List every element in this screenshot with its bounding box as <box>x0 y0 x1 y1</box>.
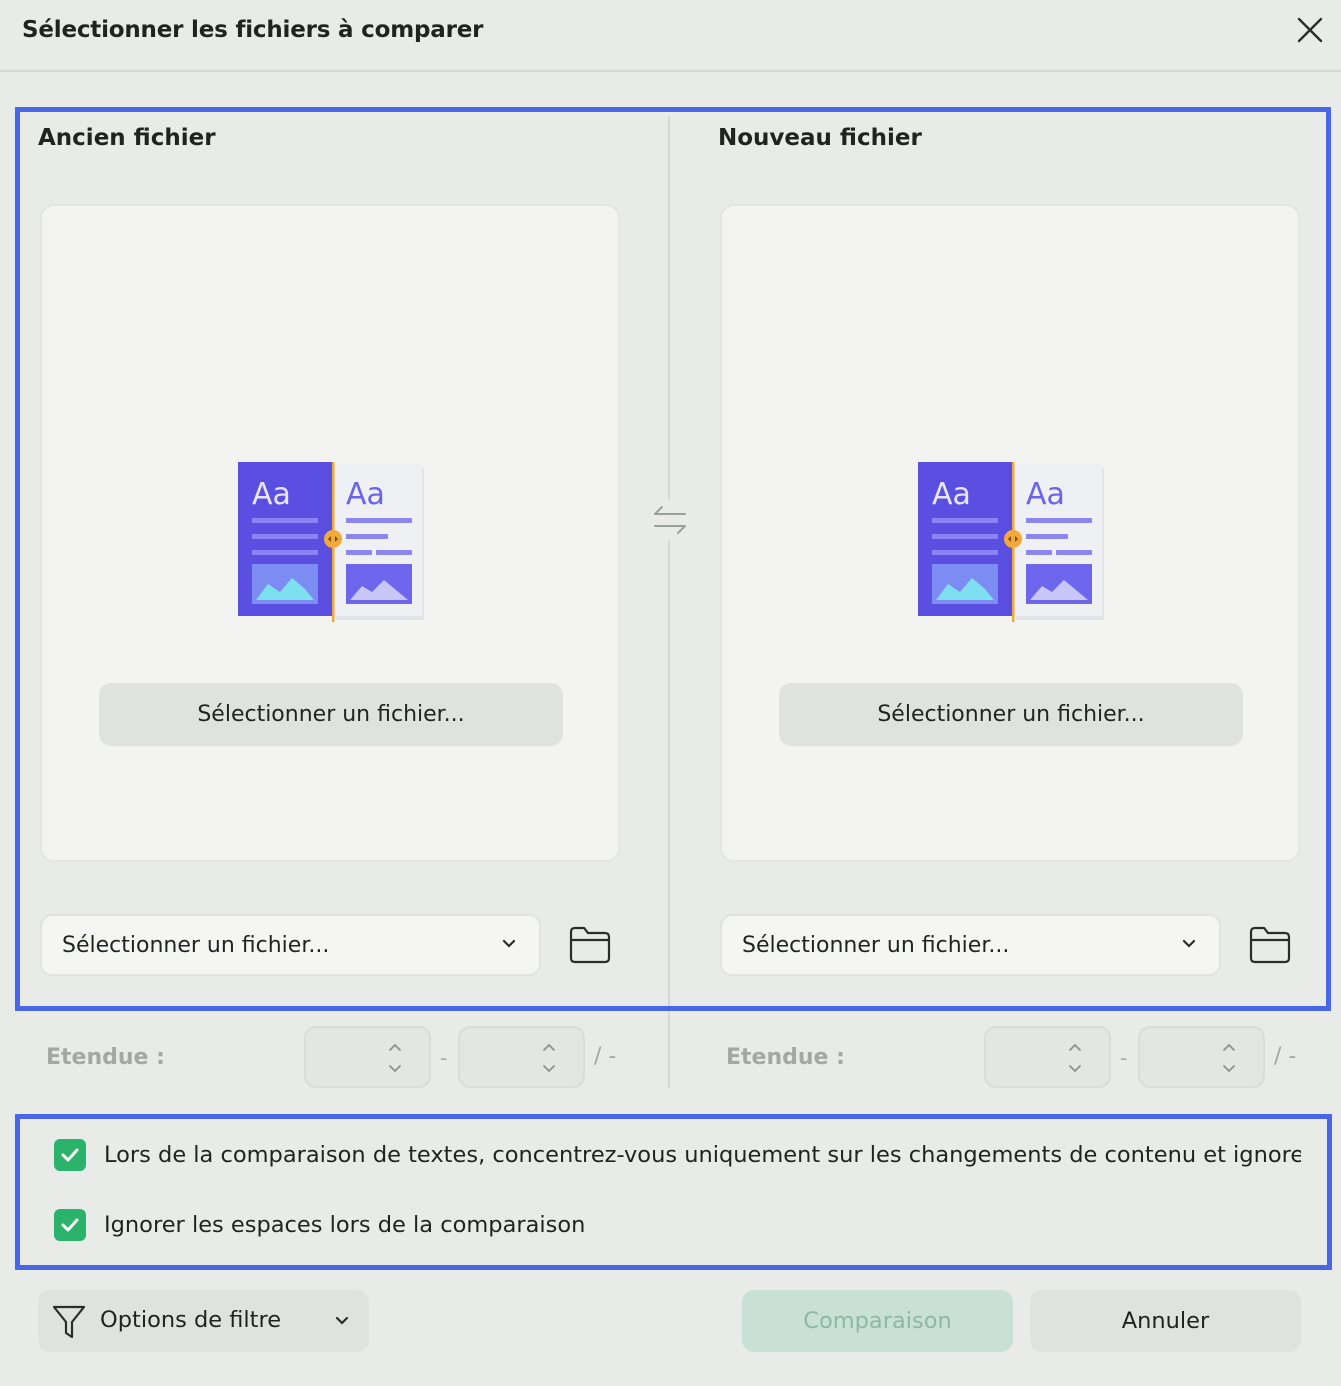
swap-files-icon[interactable] <box>650 500 690 540</box>
column-divider <box>668 116 670 500</box>
compare-button[interactable]: Comparaison <box>742 1290 1013 1352</box>
filter-options-label: Options de filtre <box>100 1307 282 1333</box>
compare-documents-icon: Aa Aa <box>238 462 424 622</box>
new-file-select-value: Sélectionner un fichier... <box>742 933 1010 958</box>
old-file-range-separator: - <box>440 1046 448 1070</box>
old-file-range-end-stepper[interactable] <box>458 1026 585 1088</box>
old-file-select-button[interactable]: Sélectionner un fichier... <box>99 683 563 746</box>
check-icon <box>61 1148 79 1162</box>
check-icon <box>61 1218 79 1232</box>
old-file-select-value: Sélectionner un fichier... <box>62 933 330 958</box>
new-file-range-start-stepper[interactable] <box>984 1026 1111 1088</box>
new-file-range-total: / - <box>1274 1044 1297 1069</box>
stepper-arrows-icon[interactable] <box>541 1041 557 1075</box>
old-file-range-label: Etendue : <box>46 1045 165 1070</box>
option-ignore-attributes[interactable]: Lors de la comparaison de textes, concen… <box>54 1139 1301 1171</box>
stepper-arrows-icon[interactable] <box>387 1041 403 1075</box>
illus-left-label: Aa <box>252 477 291 512</box>
close-icon[interactable] <box>1295 15 1325 45</box>
chevron-down-icon <box>1182 939 1196 948</box>
compare-documents-icon: Aa Aa <box>918 462 1104 622</box>
illus-right-label: Aa <box>1026 477 1065 512</box>
column-divider <box>668 540 670 1088</box>
new-file-select-dropdown[interactable]: Sélectionner un fichier... <box>720 914 1221 976</box>
chevron-down-icon <box>335 1316 349 1325</box>
illus-left-label: Aa <box>932 477 971 512</box>
old-file-range-total: / - <box>594 1044 617 1069</box>
old-file-folder-icon[interactable] <box>569 926 611 964</box>
option-row-clip: Lors de la comparaison de textes, concen… <box>0 1135 1301 1175</box>
new-file-drop-zone[interactable]: Aa Aa Sélectionner un fichier... <box>720 204 1300 862</box>
new-file-range-end-stepper[interactable] <box>1138 1026 1265 1088</box>
new-file-folder-icon[interactable] <box>1249 926 1291 964</box>
old-file-range-start-stepper[interactable] <box>304 1026 431 1088</box>
illus-right-label: Aa <box>346 477 385 512</box>
old-file-select-dropdown[interactable]: Sélectionner un fichier... <box>40 914 541 976</box>
filter-options-button[interactable]: Options de filtre <box>38 1290 369 1352</box>
new-file-title: Nouveau fichier <box>718 125 922 151</box>
old-file-title: Ancien fichier <box>38 125 216 151</box>
option-ignore-spaces[interactable]: Ignorer les espaces lors de la comparais… <box>54 1209 585 1241</box>
new-file-range-label: Etendue : <box>726 1045 845 1070</box>
dialog-title: Sélectionner les fichiers à comparer <box>22 17 484 43</box>
dialog-titlebar: Sélectionner les fichiers à comparer <box>0 0 1341 72</box>
new-file-select-button[interactable]: Sélectionner un fichier... <box>779 683 1243 746</box>
checkbox-checked[interactable] <box>54 1139 86 1171</box>
filter-icon <box>52 1305 86 1339</box>
old-file-drop-zone[interactable]: Aa Aa Sélectionner un fichier... <box>40 204 620 862</box>
option-label: Lors de la comparaison de textes, concen… <box>104 1142 1301 1168</box>
new-file-range-separator: - <box>1120 1046 1128 1070</box>
stepper-arrows-icon[interactable] <box>1221 1041 1237 1075</box>
cancel-button[interactable]: Annuler <box>1030 1290 1301 1352</box>
option-label: Ignorer les espaces lors de la comparais… <box>104 1212 586 1238</box>
stepper-arrows-icon[interactable] <box>1067 1041 1083 1075</box>
chevron-down-icon <box>502 939 516 948</box>
checkbox-checked[interactable] <box>54 1209 86 1241</box>
